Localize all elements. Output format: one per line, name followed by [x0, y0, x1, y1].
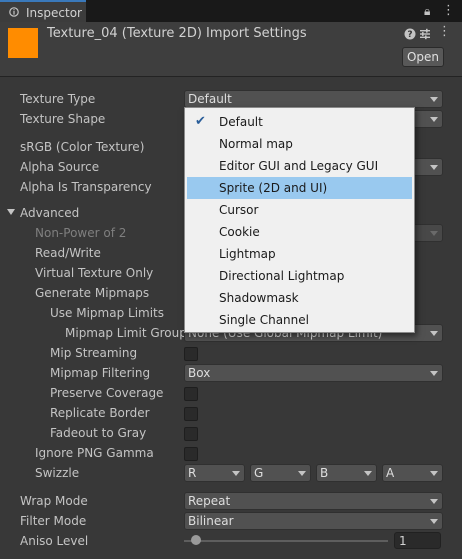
- texture-shape-label: Texture Shape: [20, 112, 106, 126]
- replicate-border-label: Replicate Border: [50, 406, 150, 420]
- tab-label: Inspector: [26, 6, 82, 20]
- replicate-border-checkbox[interactable]: [184, 407, 198, 421]
- popup-option-normal-map[interactable]: Normal map: [187, 133, 412, 155]
- lock-icon[interactable]: 🔒︎: [424, 4, 430, 19]
- svg-text:?: ?: [407, 30, 412, 40]
- popup-option-lightmap[interactable]: Lightmap: [187, 243, 412, 265]
- info-icon: [9, 7, 19, 17]
- advanced-foldout-arrow-icon[interactable]: [7, 209, 15, 215]
- texture-type-dropdown[interactable]: Default: [184, 90, 443, 108]
- texture-type-value: Default: [188, 92, 232, 106]
- popup-option-label: Shadowmask: [219, 291, 299, 305]
- checkmark-icon: ✔: [195, 114, 206, 129]
- use-mipmap-limits-label: Use Mipmap Limits: [50, 306, 165, 320]
- chevron-down-icon: [430, 97, 438, 102]
- preset-icon[interactable]: [419, 28, 431, 40]
- swizzle-r-dropdown[interactable]: R: [184, 464, 245, 482]
- chevron-down-icon: [430, 331, 438, 336]
- chevron-down-icon: [430, 519, 438, 524]
- mipmap-filtering-value: Box: [188, 366, 211, 380]
- popup-option-label: Normal map: [219, 137, 293, 151]
- filter-mode-dropdown[interactable]: Bilinear: [184, 512, 443, 530]
- chevron-down-icon: [430, 117, 438, 122]
- popup-option-label: Editor GUI and Legacy GUI: [219, 159, 379, 173]
- popup-option-label: Lightmap: [219, 247, 276, 261]
- filter-mode-label: Filter Mode: [20, 514, 87, 528]
- header-title: Texture_04 (Texture 2D) Import Settings: [47, 26, 307, 41]
- chevron-down-icon: [298, 471, 306, 476]
- texture-thumbnail: [8, 28, 38, 58]
- read-write-label: Read/Write: [35, 246, 101, 260]
- texture-type-label: Texture Type: [20, 92, 96, 106]
- mipmap-filtering-label: Mipmap Filtering: [50, 366, 151, 380]
- help-icon[interactable]: ?: [404, 28, 416, 40]
- texture-type-popup-menu: ✔ Default Normal map Editor GUI and Lega…: [184, 107, 415, 333]
- fadeout-to-gray-checkbox[interactable]: [184, 427, 198, 441]
- inspector-tab[interactable]: Inspector: [0, 0, 86, 22]
- alpha-source-label: Alpha Source: [20, 160, 100, 174]
- wrap-mode-value: Repeat: [188, 494, 231, 508]
- filter-mode-value: Bilinear: [188, 514, 234, 528]
- popup-option-label: Directional Lightmap: [219, 269, 345, 283]
- swizzle-r-value: R: [188, 466, 197, 480]
- popup-option-cookie[interactable]: Cookie: [187, 221, 412, 243]
- virtual-texture-only-label: Virtual Texture Only: [35, 266, 154, 280]
- chevron-down-icon: [430, 165, 438, 170]
- chevron-down-icon: [430, 371, 438, 376]
- preserve-coverage-label: Preserve Coverage: [50, 386, 164, 400]
- srgb-label: sRGB (Color Texture): [20, 140, 145, 154]
- chevron-down-icon: [430, 231, 438, 236]
- chevron-down-icon: [430, 499, 438, 504]
- swizzle-a-dropdown[interactable]: A: [382, 464, 443, 482]
- advanced-foldout-label[interactable]: Advanced: [20, 204, 79, 222]
- swizzle-b-dropdown[interactable]: B: [316, 464, 377, 482]
- popup-option-default[interactable]: ✔ Default: [187, 111, 412, 133]
- generate-mipmaps-label: Generate Mipmaps: [35, 286, 150, 300]
- popup-option-label: Cursor: [219, 203, 259, 217]
- preserve-coverage-checkbox[interactable]: [184, 387, 198, 401]
- ignore-png-gamma-checkbox[interactable]: [184, 447, 198, 461]
- aniso-level-slider-track[interactable]: [184, 540, 388, 542]
- popup-option-cursor[interactable]: Cursor: [187, 199, 412, 221]
- fadeout-to-gray-label: Fadeout to Gray: [50, 426, 147, 440]
- mip-streaming-label: Mip Streaming: [50, 346, 138, 360]
- aniso-level-input[interactable]: 1: [394, 532, 441, 549]
- kebab-menu-icon[interactable]: ⋮: [442, 3, 455, 18]
- popup-option-label: Cookie: [219, 225, 260, 239]
- mip-streaming-checkbox[interactable]: [184, 347, 198, 361]
- swizzle-g-value: G: [254, 466, 264, 480]
- mipmap-limit-group-label: Mipmap Limit Group: [65, 326, 187, 340]
- aniso-level-label: Aniso Level: [20, 534, 89, 548]
- popup-option-directional-lightmap[interactable]: Directional Lightmap: [187, 265, 412, 287]
- wrap-mode-label: Wrap Mode: [20, 494, 88, 508]
- chevron-down-icon: [364, 471, 372, 476]
- popup-option-shadowmask[interactable]: Shadowmask: [187, 287, 412, 309]
- popup-option-single-channel[interactable]: Single Channel: [187, 309, 412, 331]
- ignore-png-gamma-label: Ignore PNG Gamma: [35, 446, 154, 460]
- swizzle-a-value: A: [386, 466, 395, 480]
- popup-option-label: Sprite (2D and UI): [219, 181, 328, 195]
- popup-option-sprite[interactable]: Sprite (2D and UI): [187, 177, 412, 199]
- popup-option-label: Single Channel: [219, 313, 309, 327]
- more-options-icon[interactable]: ⋮: [438, 24, 451, 39]
- open-button[interactable]: Open: [402, 47, 444, 67]
- popup-option-editor-gui[interactable]: Editor GUI and Legacy GUI: [187, 155, 412, 177]
- chevron-down-icon: [430, 471, 438, 476]
- swizzle-g-dropdown[interactable]: G: [250, 464, 311, 482]
- aniso-level-slider-handle[interactable]: [191, 535, 202, 545]
- swizzle-b-value: B: [320, 466, 329, 480]
- alpha-is-transparency-label: Alpha Is Transparency: [20, 180, 152, 194]
- mipmap-filtering-dropdown[interactable]: Box: [184, 364, 443, 382]
- chevron-down-icon: [232, 471, 240, 476]
- wrap-mode-dropdown[interactable]: Repeat: [184, 492, 443, 510]
- swizzle-label: Swizzle: [35, 466, 80, 480]
- non-power-of-2-label: Non-Power of 2: [35, 226, 127, 240]
- popup-option-label: Default: [219, 115, 263, 129]
